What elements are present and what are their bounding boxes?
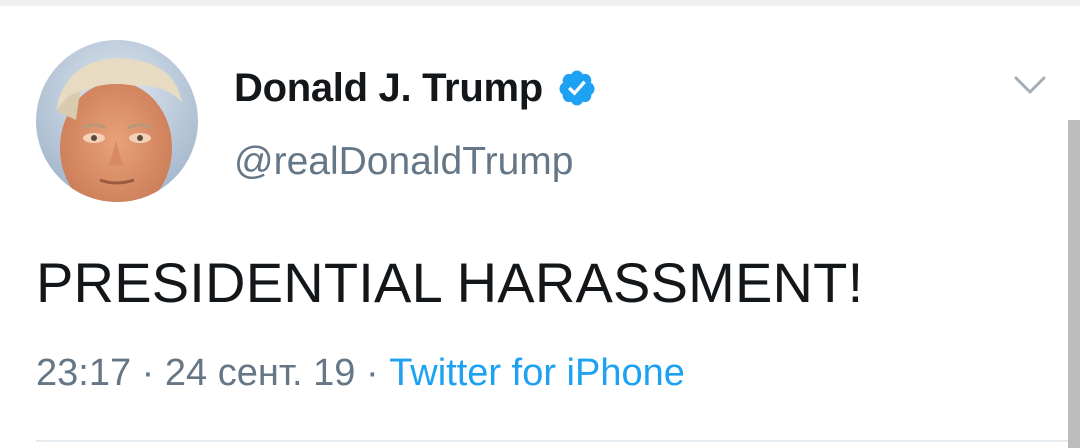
meta-separator: · [355, 352, 390, 394]
avatar-photo [36, 40, 198, 202]
tweet-text: PRESIDENTIAL HARASSMENT! [36, 251, 864, 314]
bottom-divider [36, 440, 1068, 442]
tweet-date[interactable]: 24 сент. 19 [165, 352, 356, 394]
display-name[interactable]: Donald J. Trump [234, 66, 543, 111]
verified-badge-icon [557, 68, 597, 108]
name-row[interactable]: Donald J. Trump [234, 62, 597, 114]
scrollbar[interactable] [1068, 120, 1080, 448]
meta-separator: · [131, 352, 165, 394]
tweet-time[interactable]: 23:17 [36, 352, 131, 394]
tweet-metadata: 23:17 · 24 сент. 19 · Twitter for iPhone [36, 352, 685, 395]
user-handle[interactable]: @realDonaldTrump [234, 140, 573, 184]
chevron-down-icon[interactable] [1010, 70, 1050, 100]
tweet-card: Donald J. Trump @realDonaldTrump PRESIDE… [0, 0, 1080, 448]
avatar[interactable] [36, 40, 198, 202]
tweet-source-link[interactable]: Twitter for iPhone [389, 352, 685, 394]
top-divider [0, 0, 1080, 6]
